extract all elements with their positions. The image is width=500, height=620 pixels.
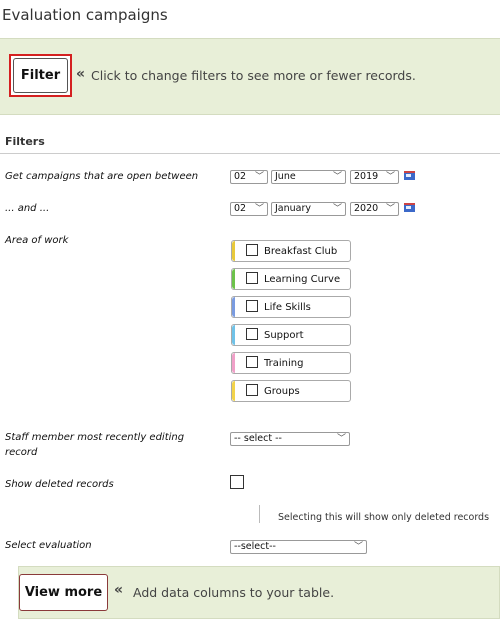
area-of-work-item-groups[interactable]: Groups	[231, 380, 351, 402]
end-month-value: January	[275, 203, 312, 214]
area-of-work-item-label: Learning Curve	[264, 274, 341, 285]
end-day-select[interactable]: 02 ﹀	[230, 202, 268, 216]
area-of-work-label: Area of work	[5, 235, 69, 246]
start-year-value: 2019	[354, 171, 379, 182]
view-more-hint: Add data columns to your table.	[133, 585, 335, 600]
color-bar	[232, 269, 235, 289]
start-day-select[interactable]: 02 ﹀	[230, 170, 268, 184]
divider	[0, 153, 500, 154]
end-year-select[interactable]: 2020 ﹀	[350, 202, 399, 216]
color-bar	[232, 297, 235, 317]
and-label: ... and ...	[5, 203, 50, 214]
double-chevron-left-icon: «	[76, 66, 86, 82]
filter-button[interactable]: Filter	[9, 54, 72, 97]
open-between-label: Get campaigns that are open between	[5, 171, 199, 182]
page-title: Evaluation campaigns	[2, 6, 168, 24]
color-bar	[232, 325, 235, 345]
chevron-down-icon: ﹀	[353, 542, 363, 552]
checkbox[interactable]	[246, 356, 258, 368]
chevron-down-icon: ﹀	[254, 204, 264, 214]
chevron-down-icon: ﹀	[332, 204, 342, 214]
checkbox[interactable]	[246, 300, 258, 312]
area-of-work-item-label: Life Skills	[264, 302, 311, 313]
double-chevron-left-icon: «	[114, 582, 124, 598]
staff-select[interactable]: -- select -- ﹀	[230, 432, 350, 446]
checkbox[interactable]	[246, 272, 258, 284]
divider	[259, 505, 260, 523]
chevron-down-icon: ﹀	[385, 172, 395, 182]
chevron-down-icon: ﹀	[332, 172, 342, 182]
area-of-work-item-label: Breakfast Club	[264, 246, 338, 257]
calendar-icon[interactable]	[404, 171, 415, 180]
end-day-value: 02	[234, 203, 247, 214]
evaluation-select-value: --select--	[234, 541, 276, 552]
area-of-work-item-label: Groups	[264, 386, 300, 397]
filters-heading: Filters	[5, 135, 45, 148]
color-bar	[232, 381, 235, 401]
checkbox[interactable]	[246, 328, 258, 340]
show-deleted-label: Show deleted records	[5, 479, 114, 490]
view-more-button[interactable]: View more	[19, 574, 108, 611]
area-of-work-item-breakfast-club[interactable]: Breakfast Club	[231, 240, 351, 262]
area-of-work-item-training[interactable]: Training	[231, 352, 351, 374]
filter-hint: Click to change filters to see more or f…	[91, 68, 416, 83]
start-day-value: 02	[234, 171, 247, 182]
filter-button-label: Filter	[13, 58, 68, 93]
staff-label: Staff member most recently editing recor…	[5, 432, 185, 458]
checkbox[interactable]	[246, 384, 258, 396]
end-year-value: 2020	[354, 203, 379, 214]
filter-bar: Filter « Click to change filters to see …	[0, 38, 500, 115]
start-year-select[interactable]: 2019 ﹀	[350, 170, 399, 184]
area-of-work-item-life-skills[interactable]: Life Skills	[231, 296, 351, 318]
color-bar	[232, 241, 235, 261]
start-month-select[interactable]: June ﹀	[271, 170, 346, 184]
show-deleted-checkbox[interactable]	[230, 475, 244, 489]
end-month-select[interactable]: January ﹀	[271, 202, 346, 216]
evaluation-select[interactable]: --select-- ﹀	[230, 540, 367, 554]
area-of-work-item-support[interactable]: Support	[231, 324, 351, 346]
view-more-button-label: View more	[24, 585, 103, 600]
checkbox[interactable]	[246, 244, 258, 256]
start-month-value: June	[275, 171, 296, 182]
deleted-note: Selecting this will show only deleted re…	[278, 512, 490, 523]
staff-select-value: -- select --	[234, 433, 282, 444]
calendar-icon[interactable]	[404, 203, 415, 212]
chevron-down-icon: ﹀	[254, 172, 264, 182]
chevron-down-icon: ﹀	[336, 434, 346, 444]
color-bar	[232, 353, 235, 373]
select-evaluation-label: Select evaluation	[5, 540, 92, 551]
area-of-work-item-label: Training	[264, 358, 304, 369]
area-of-work-item-label: Support	[264, 330, 304, 341]
area-of-work-item-learning-curve[interactable]: Learning Curve	[231, 268, 351, 290]
chevron-down-icon: ﹀	[385, 204, 395, 214]
